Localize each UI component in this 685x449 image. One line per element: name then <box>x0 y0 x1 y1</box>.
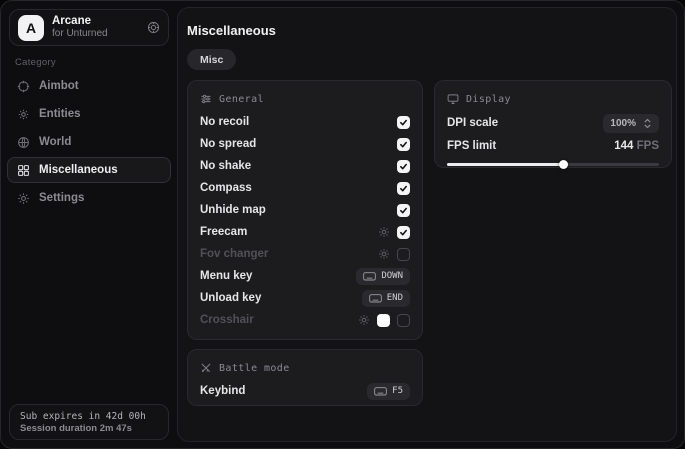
row-label: Crosshair <box>200 314 254 326</box>
row-label: No recoil <box>200 116 249 128</box>
battle-mode-section: Battle mode Keybind F5 <box>187 349 423 406</box>
page-title: Miscellaneous <box>187 23 276 38</box>
row-unload-key: Unload key END <box>200 287 410 309</box>
keybind-value: END <box>387 293 403 303</box>
freecam-settings-gear-icon[interactable] <box>378 226 390 238</box>
display-section: Display DPI scale 100% FPS limit 144 FPS <box>434 80 672 168</box>
sidebar: A Arcane for Unturned Category A <box>1 1 177 448</box>
row-fps-limit: FPS limit 144 FPS <box>447 136 659 156</box>
general-header: General <box>200 89 410 109</box>
row-no-recoil: No recoil <box>200 111 410 133</box>
display-title: Display <box>466 94 511 105</box>
row-label: Compass <box>200 182 252 194</box>
sliders-icon <box>200 93 212 105</box>
slider-fill <box>447 163 564 166</box>
battle-mode-header: Battle mode <box>200 358 410 378</box>
compass-checkbox[interactable] <box>397 182 410 195</box>
no-shake-checkbox[interactable] <box>397 160 410 173</box>
slider-thumb[interactable] <box>559 160 568 169</box>
general-title: General <box>219 94 264 105</box>
menu-key-keybind[interactable]: DOWN <box>356 268 410 285</box>
monitor-icon <box>447 93 459 105</box>
row-label: No spread <box>200 138 256 150</box>
sidebar-item-label: Entities <box>39 108 81 120</box>
row-label: Keybind <box>200 385 245 397</box>
fov-changer-settings-gear-icon[interactable] <box>378 248 390 260</box>
unload-key-keybind[interactable]: END <box>362 290 410 307</box>
keyboard-icon <box>369 294 382 303</box>
category-label: Category <box>15 57 56 68</box>
sidebar-item-label: Settings <box>39 192 84 204</box>
sidebar-item-label: Aimbot <box>39 80 79 92</box>
row-label: Unload key <box>200 292 261 304</box>
gear-icon <box>17 192 30 205</box>
row-label: No shake <box>200 160 251 172</box>
keybind-value: F5 <box>392 386 403 396</box>
row-label: FPS limit <box>447 140 496 152</box>
fps-limit-value: 144 FPS <box>614 140 659 152</box>
dpi-scale-select[interactable]: 100% <box>603 114 659 133</box>
logo-card: A Arcane for Unturned <box>9 9 169 46</box>
row-keybind: Keybind F5 <box>200 380 410 402</box>
sidebar-item-label: Miscellaneous <box>39 164 118 176</box>
row-fov-changer: Fov changer <box>200 243 410 265</box>
row-label: Fov changer <box>200 248 268 260</box>
grid-icon <box>17 164 30 177</box>
no-spread-checkbox[interactable] <box>397 138 410 151</box>
subscription-card: Sub expires in 42d 00h Session duration … <box>9 404 169 440</box>
row-compass: Compass <box>200 177 410 199</box>
app-subtitle: for Unturned <box>52 28 139 40</box>
sidebar-item-label: World <box>39 136 71 148</box>
freecam-checkbox[interactable] <box>397 226 410 239</box>
battle-mode-title: Battle mode <box>219 363 290 374</box>
row-unhide-map: Unhide map <box>200 199 410 221</box>
fov-changer-checkbox[interactable] <box>397 248 410 261</box>
row-dpi-scale: DPI scale 100% <box>447 111 659 135</box>
no-recoil-checkbox[interactable] <box>397 116 410 129</box>
unhide-map-checkbox[interactable] <box>397 204 410 217</box>
sidebar-item-miscellaneous[interactable]: Miscellaneous <box>7 157 171 183</box>
general-section: General No recoil No spread <box>187 80 423 340</box>
sidebar-nav: Aimbot Entities World <box>7 73 171 213</box>
row-no-shake: No shake <box>200 155 410 177</box>
row-no-spread: No spread <box>200 133 410 155</box>
keyboard-icon <box>363 272 376 281</box>
crosshair-checkbox[interactable] <box>397 314 410 327</box>
keybind-value: DOWN <box>381 271 403 281</box>
main-panel: Miscellaneous Misc General No recoil <box>177 7 677 442</box>
crosshair-icon <box>17 80 30 93</box>
sidebar-item-settings[interactable]: Settings <box>7 185 171 211</box>
app-title: Arcane <box>52 15 139 28</box>
row-crosshair: Crosshair <box>200 309 410 331</box>
fps-limit-slider[interactable] <box>447 159 659 169</box>
crosshair-settings-gear-icon[interactable] <box>358 314 370 326</box>
row-freecam: Freecam <box>200 221 410 243</box>
display-header: Display <box>447 89 659 109</box>
crosshair-color-swatch[interactable] <box>377 314 390 327</box>
app-window: A Arcane for Unturned Category A <box>0 0 685 449</box>
battle-mode-keybind[interactable]: F5 <box>367 383 410 400</box>
row-label: Freecam <box>200 226 247 238</box>
dpi-scale-value: 100% <box>610 118 636 129</box>
support-icon[interactable] <box>147 21 160 34</box>
row-menu-key: Menu key DOWN <box>200 265 410 287</box>
tab-misc[interactable]: Misc <box>187 49 236 70</box>
swords-icon <box>200 362 212 374</box>
chevron-up-down-icon <box>643 118 652 129</box>
globe-icon <box>17 136 30 149</box>
app-avatar: A <box>18 15 44 41</box>
sidebar-item-entities[interactable]: Entities <box>7 101 171 127</box>
subscription-expires: Sub expires in 42d 00h <box>20 411 158 422</box>
row-label: Unhide map <box>200 204 266 216</box>
row-label: DPI scale <box>447 117 498 129</box>
row-label: Menu key <box>200 270 252 282</box>
session-duration: Session duration 2m 47s <box>20 423 158 434</box>
entities-icon <box>17 108 30 121</box>
keyboard-icon <box>374 387 387 396</box>
sidebar-item-aimbot[interactable]: Aimbot <box>7 73 171 99</box>
sidebar-item-world[interactable]: World <box>7 129 171 155</box>
